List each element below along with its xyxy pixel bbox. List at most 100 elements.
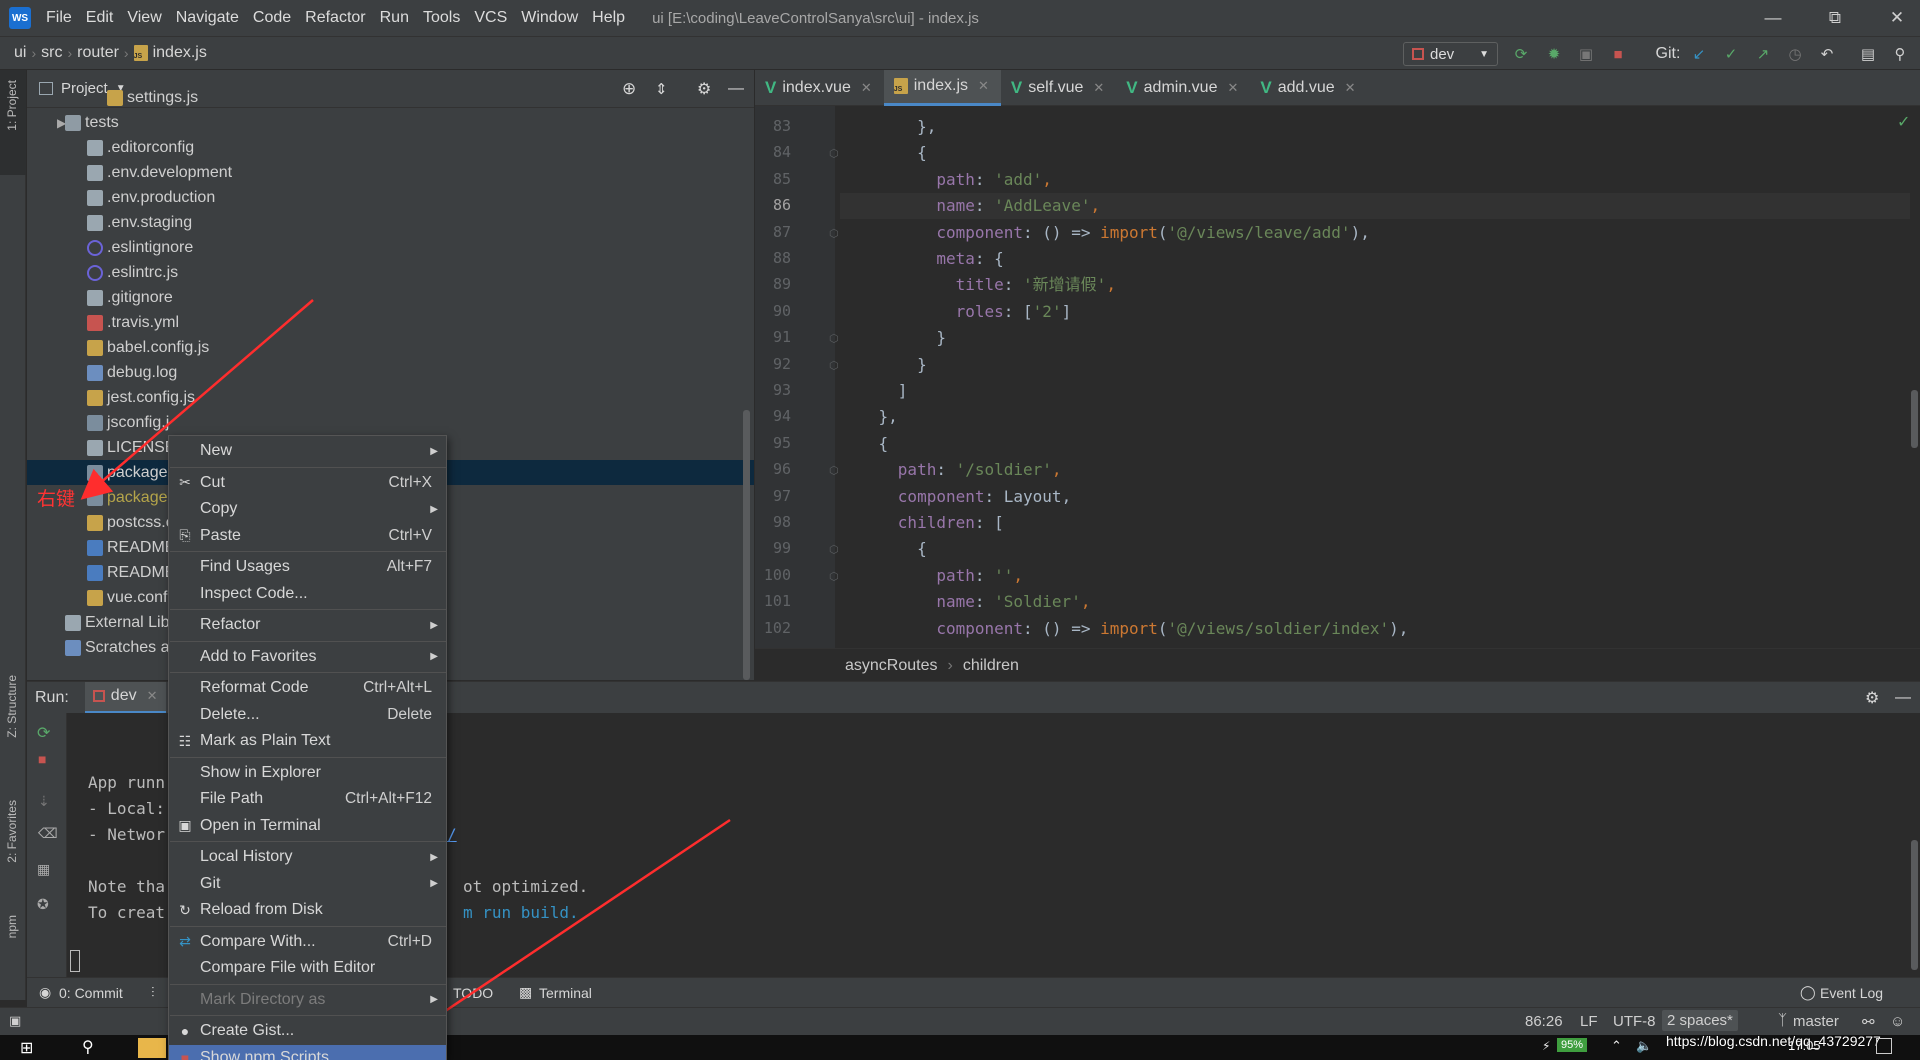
fold-marker-icon[interactable]: ⬡ xyxy=(829,359,839,372)
pin-icon[interactable]: ✪ xyxy=(37,896,49,913)
menu-item-delete[interactable]: Delete... Delete xyxy=(169,702,446,728)
todo-tool-button[interactable]: TODO xyxy=(453,985,493,1001)
breadcrumb-async-routes[interactable]: asyncRoutes xyxy=(845,657,938,675)
menu-edit[interactable]: Edit xyxy=(79,0,121,36)
tree-item-travis-yml[interactable]: .travis.yml xyxy=(27,310,754,335)
volume-icon[interactable]: 🔈 xyxy=(1636,1038,1652,1054)
menu-item-open-in-terminal[interactable]: ▣ Open in Terminal xyxy=(169,813,446,839)
close-icon[interactable]: ✕ xyxy=(1227,80,1238,96)
menu-item-refactor[interactable]: Refactor ▶ xyxy=(169,612,446,638)
tab-admin-vue[interactable]: Vadmin.vue ✕ xyxy=(1116,70,1250,106)
stop-icon[interactable]: ■ xyxy=(38,751,46,767)
tab-add-vue[interactable]: Vadd.vue ✕ xyxy=(1250,70,1367,106)
indent-setting[interactable]: 2 spaces* xyxy=(1662,1010,1738,1031)
fold-marker-icon[interactable]: ⬡ xyxy=(829,227,839,240)
breadcrumb-src[interactable]: src xyxy=(36,44,67,62)
battery-indicator[interactable]: 95% xyxy=(1557,1038,1588,1052)
lock-icon[interactable]: ⚯ xyxy=(1862,1013,1875,1031)
menu-item-find-usages[interactable]: Find Usages Alt+F7 xyxy=(169,554,446,580)
history-icon[interactable]: ◷ xyxy=(1785,44,1805,64)
menu-item-paste[interactable]: ⎘ Paste Ctrl+V xyxy=(169,523,446,549)
menu-item-copy[interactable]: Copy ▶ xyxy=(169,496,446,522)
run-tab-dev[interactable]: dev ✕ xyxy=(84,681,166,714)
scroll-to-end-icon[interactable]: ⇣ xyxy=(38,793,50,810)
code-line[interactable]: } xyxy=(840,352,927,378)
terminal-tool-button[interactable]: Terminal xyxy=(539,985,592,1001)
project-tool-button[interactable]: 1: Project xyxy=(5,80,19,131)
fold-marker-icon[interactable]: ⬡ xyxy=(829,332,839,345)
hide-panel-icon[interactable]: — xyxy=(1895,689,1911,707)
git-commit-icon[interactable]: ✓ xyxy=(1721,44,1741,64)
trash-icon[interactable]: ⌫ xyxy=(38,825,58,842)
layout-icon[interactable]: ▤ xyxy=(1858,44,1878,64)
menu-file[interactable]: File xyxy=(39,0,79,36)
menu-view[interactable]: View xyxy=(120,0,168,36)
menu-item-add-to-favorites[interactable]: Add to Favorites ▶ xyxy=(169,644,446,670)
code-line[interactable]: component: Layout, xyxy=(840,484,1071,510)
code-line[interactable]: name: 'Soldier', xyxy=(840,589,1090,615)
file-encoding[interactable]: UTF-8 xyxy=(1613,1013,1656,1030)
editor-scrollbar[interactable] xyxy=(1911,390,1918,448)
menu-item-show-npm-scripts[interactable]: ■ Show npm Scripts xyxy=(169,1044,446,1060)
tab-index-js[interactable]: index.js ✕ xyxy=(883,69,1001,106)
menu-item-inspect-code[interactable]: Inspect Code... xyxy=(169,581,446,607)
menu-refactor[interactable]: Refactor xyxy=(298,0,372,36)
code-line[interactable]: path: '/soldier', xyxy=(840,457,1062,483)
run-config-selector[interactable]: dev ▼ xyxy=(1403,42,1498,66)
menu-window[interactable]: Window xyxy=(514,0,585,36)
menu-code[interactable]: Code xyxy=(246,0,298,36)
code-line[interactable]: { xyxy=(840,431,889,457)
git-push-icon[interactable]: ↗ xyxy=(1753,44,1773,64)
menu-item-compare-with[interactable]: ⇄ Compare With... Ctrl+D xyxy=(169,929,446,955)
menu-item-create-gist[interactable]: ● Create Gist... xyxy=(169,1018,446,1044)
console-url[interactable]: / xyxy=(447,825,457,844)
favorites-tool-button[interactable]: 2: Favorites xyxy=(5,800,19,863)
windows-start-icon[interactable]: ⊞ xyxy=(20,1038,33,1058)
git-branch[interactable]: master xyxy=(1793,1013,1839,1030)
tree-item-env-development[interactable]: .env.development xyxy=(27,160,754,185)
fold-marker-icon[interactable]: ⬡ xyxy=(829,464,839,477)
gear-icon[interactable]: ⚙ xyxy=(1865,688,1879,708)
code-line[interactable]: component: () => import('@/views/leave/a… xyxy=(840,220,1370,246)
code-line[interactable]: name: 'AddLeave', xyxy=(840,193,1910,220)
code-line[interactable]: roles: ['2'] xyxy=(840,299,1072,325)
rerun-icon[interactable]: ⟳ xyxy=(37,723,50,743)
menu-tools[interactable]: Tools xyxy=(416,0,467,36)
menu-item-cut[interactable]: ✂ Cut Ctrl+X xyxy=(169,470,446,496)
coverage-icon[interactable]: ▣ xyxy=(1576,44,1596,64)
tree-item-jest-config-js[interactable]: jest.config.js xyxy=(27,385,754,410)
menu-run[interactable]: Run xyxy=(373,0,416,36)
npm-tool-button[interactable]: npm xyxy=(5,915,19,938)
commit-tool-button[interactable]: 0: Commit xyxy=(59,985,123,1001)
code-line[interactable]: component: () => import('@/views/soldier… xyxy=(840,616,1408,642)
code-line[interactable]: path: 'add', xyxy=(840,167,1052,193)
close-icon[interactable]: ✕ xyxy=(861,80,872,96)
close-icon[interactable]: ✕ xyxy=(1345,80,1356,96)
close-window-icon[interactable]: ✕ xyxy=(1866,0,1920,36)
fold-marker-icon[interactable]: ⬡ xyxy=(829,543,839,556)
menu-item-local-history[interactable]: Local History ▶ xyxy=(169,844,446,870)
close-icon[interactable]: ✕ xyxy=(147,688,158,704)
inspector-icon[interactable]: ☺ xyxy=(1890,1013,1905,1030)
tool-window-toggle-icon[interactable]: ▣ xyxy=(9,1013,21,1029)
breadcrumb-file[interactable]: index.js xyxy=(148,44,212,62)
console-scrollbar[interactable] xyxy=(1911,840,1918,970)
menu-item-show-in-explorer[interactable]: Show in Explorer xyxy=(169,760,446,786)
layout-icon[interactable]: ▦ xyxy=(37,861,50,878)
menu-navigate[interactable]: Navigate xyxy=(169,0,246,36)
breadcrumb-router[interactable]: router xyxy=(72,44,124,62)
menu-help[interactable]: Help xyxy=(585,0,632,36)
git-update-icon[interactable]: ↙ xyxy=(1689,44,1709,64)
menu-item-new[interactable]: New ▶ xyxy=(169,438,446,464)
rerun-icon[interactable]: ⟳ xyxy=(1511,44,1531,64)
stop-icon[interactable]: ■ xyxy=(1608,44,1628,64)
search-icon[interactable]: ⚲ xyxy=(1890,44,1910,64)
tree-item-env-production[interactable]: .env.production xyxy=(27,185,754,210)
caret-position[interactable]: 86:26 xyxy=(1525,1013,1563,1030)
code-line[interactable]: path: '', xyxy=(840,563,1023,589)
code-line[interactable]: title: '新增请假', xyxy=(840,272,1116,298)
code-line[interactable]: } xyxy=(840,325,946,351)
tree-item-eslintrc-js[interactable]: .eslintrc.js xyxy=(27,260,754,285)
code-line[interactable]: ] xyxy=(840,378,908,404)
tree-item-tests[interactable]: ▶ tests xyxy=(27,110,754,135)
